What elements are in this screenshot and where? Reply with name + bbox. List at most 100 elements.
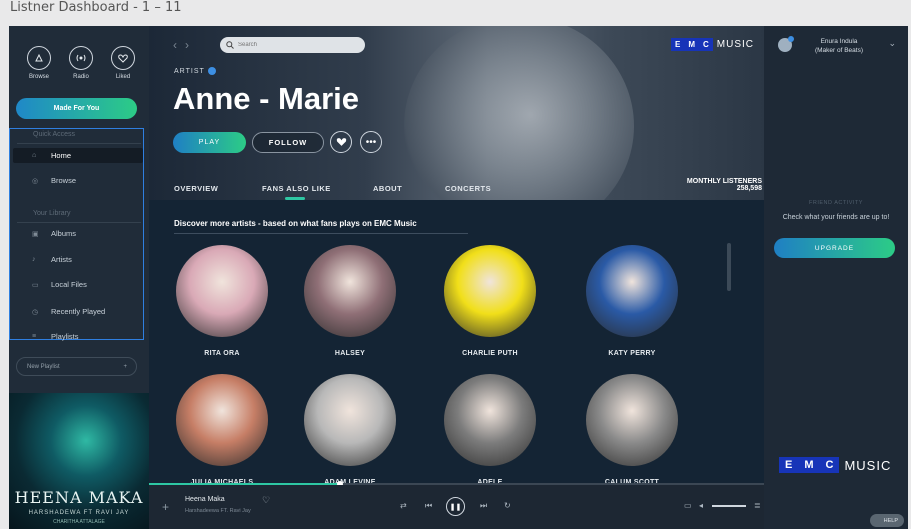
volume-icon[interactable]: ◂	[699, 501, 703, 510]
more-options-button[interactable]: •••	[360, 131, 382, 153]
divider	[17, 222, 141, 223]
user-name: Enura Indula	[820, 38, 858, 45]
artists-icon: ♪	[32, 256, 36, 263]
like-button[interactable]	[330, 131, 352, 153]
active-tab-indicator	[285, 197, 305, 200]
sidebar-item-local-files[interactable]: ▭ Local Files	[13, 277, 143, 292]
artist-card[interactable]: CHARLIE PUTH	[442, 245, 538, 357]
artist-hero-image	[404, 26, 634, 200]
artist-photo	[176, 374, 268, 466]
monthly-listeners: MONTHLY LISTENERS 258,598	[687, 178, 762, 192]
user-profile[interactable]: Enura Indula (Maker of Beats)	[804, 37, 874, 55]
artist-card[interactable]: HALSEY	[302, 245, 398, 357]
search-input[interactable]	[238, 42, 348, 48]
tab-about[interactable]: ABOUT	[373, 184, 402, 193]
browse-shortcut-label: Browse	[28, 74, 49, 80]
now-playing-artist: Harshadeewa FT. Ravi Jay	[185, 508, 251, 514]
app-window: Browse Radio Liked Made For You Quick Ac…	[9, 26, 908, 529]
next-icon[interactable]: ⏭	[480, 501, 487, 511]
logo-word: MUSIC	[844, 457, 892, 473]
now-playing-title: Heena Maka	[185, 496, 225, 503]
liked-shortcut[interactable]: Liked	[109, 46, 137, 80]
now-playing-album-art[interactable]: HEENA MAKA HARSHADEWA FT RAVI JAY CHARIT…	[9, 393, 149, 529]
new-playlist-field[interactable]: New Playlist +	[16, 357, 137, 376]
sidebar-item-label: Local Files	[51, 280, 87, 289]
artist-card[interactable]: ADELE	[442, 374, 538, 486]
history-nav: ‹›	[173, 38, 197, 52]
album-artists: HARSHADEWA FT RAVI JAY	[28, 510, 130, 516]
add-icon[interactable]: +	[162, 500, 169, 514]
plus-icon[interactable]: +	[123, 364, 127, 370]
sidebar-item-browse[interactable]: ◎ Browse	[13, 173, 143, 188]
artist-label-text: ARTIST	[174, 67, 205, 75]
made-for-you-button[interactable]: Made For You	[16, 98, 137, 119]
album-title: HEENA MAKA	[14, 488, 144, 507]
sidebar: Browse Radio Liked Made For You Quick Ac…	[9, 26, 149, 529]
follow-button[interactable]: FOLLOW	[252, 132, 324, 153]
artist-card[interactable]: RITA ORA	[174, 245, 270, 357]
heart-icon[interactable]: ♡	[262, 495, 270, 506]
tab-fans-also-like[interactable]: FANS ALSO LIKE	[262, 184, 331, 193]
artist-card[interactable]: ADAM LEVINE	[302, 374, 398, 486]
artist-card-name: CHARLIE PUTH	[462, 350, 518, 357]
artist-card[interactable]: KATY PERRY	[584, 245, 680, 357]
more-dots-icon: •••	[365, 136, 377, 148]
search-bar[interactable]	[220, 37, 365, 53]
chevron-down-icon[interactable]: ⌄	[888, 38, 896, 49]
sidebar-item-label: Artists	[51, 255, 72, 264]
scrollbar-thumb[interactable]	[727, 243, 731, 291]
artist-photo	[304, 374, 396, 466]
sidebar-item-albums[interactable]: ▣ Albums	[13, 226, 143, 241]
liked-shortcut-label: Liked	[115, 74, 131, 80]
heart-icon	[111, 46, 135, 70]
tab-overview[interactable]: OVERVIEW	[174, 184, 218, 193]
artist-photo	[586, 374, 678, 466]
right-panel: Enura Indula (Maker of Beats) ⌄ FRIEND A…	[764, 26, 908, 529]
forward-arrow-icon[interactable]: ›	[185, 38, 197, 52]
logo-letter: E	[670, 38, 685, 51]
radio-shortcut-label: Radio	[73, 74, 89, 80]
avatar[interactable]	[778, 36, 794, 52]
sidebar-item-label: Recently Played	[51, 307, 106, 316]
logo-letter: C	[698, 38, 713, 51]
queue-icon[interactable]: ≣	[754, 501, 761, 510]
sidebar-item-playlists[interactable]: ≡ Playlists	[13, 329, 143, 344]
pause-icon: ❚❚	[449, 503, 462, 511]
monthly-listeners-label: MONTHLY LISTENERS	[686, 178, 762, 185]
albums-icon: ▣	[32, 230, 39, 238]
artist-name: Anne - Marie	[173, 81, 360, 116]
devices-icon[interactable]: ▭	[684, 501, 692, 510]
play-button[interactable]: PLAY	[173, 132, 246, 153]
help-button[interactable]: HELP	[870, 514, 904, 527]
player-bar: + Heena Maka Harshadeewa FT. Ravi Jay ♡ …	[149, 485, 764, 529]
sidebar-item-label: Playlists	[51, 332, 79, 341]
sidebar-top-icons: Browse Radio Liked	[25, 46, 137, 80]
sidebar-item-home[interactable]: ⌂ Home	[13, 148, 143, 163]
shuffle-icon[interactable]: ⇄	[400, 501, 407, 510]
artist-card[interactable]: CALUM SCOTT	[584, 374, 680, 486]
browse-shortcut[interactable]: Browse	[25, 46, 53, 80]
emc-music-logo: E M C MUSIC	[670, 38, 754, 51]
monthly-listeners-value: 258,598	[736, 185, 762, 192]
verified-icon	[207, 67, 216, 75]
tab-concerts[interactable]: CONCERTS	[445, 184, 491, 193]
pause-button[interactable]: ❚❚	[446, 497, 465, 516]
local-files-icon: ▭	[32, 281, 39, 289]
artist-card[interactable]: JULIA MICHAELS	[174, 374, 270, 486]
discover-heading: Discover more artists - based on what fa…	[174, 219, 417, 228]
logo-letter: C	[819, 457, 840, 473]
artist-card-name: KATY PERRY	[608, 350, 656, 357]
volume-slider[interactable]	[712, 505, 746, 507]
window-title: Listner Dashboard - 1 – 11	[10, 0, 182, 15]
previous-icon[interactable]: ⏮	[425, 501, 432, 511]
sidebar-item-recently-played[interactable]: ◷ Recently Played	[13, 304, 143, 319]
radio-shortcut[interactable]: Radio	[67, 46, 95, 80]
artist-card-name: RITA ORA	[204, 350, 240, 357]
upgrade-button[interactable]: UPGRADE	[774, 238, 895, 258]
repeat-icon[interactable]: ↻	[504, 501, 511, 510]
sidebar-item-artists[interactable]: ♪ Artists	[13, 252, 143, 267]
back-arrow-icon[interactable]: ‹	[173, 38, 185, 52]
heart-icon	[336, 138, 346, 146]
new-playlist-placeholder: New Playlist	[27, 363, 60, 370]
divider	[17, 143, 141, 144]
